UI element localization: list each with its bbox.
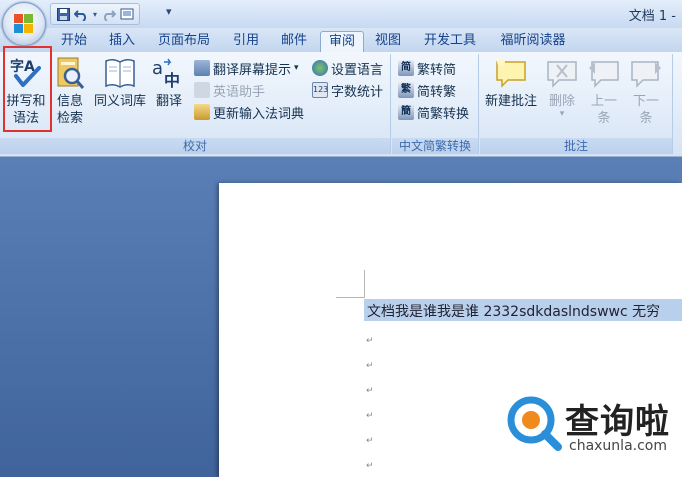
comments-group-label: 批注 <box>480 138 672 154</box>
research-icon <box>55 56 85 90</box>
traditional-icon: 繁 <box>398 82 414 98</box>
print-preview-icon[interactable] <box>119 6 135 22</box>
redo-icon[interactable] <box>101 6 117 22</box>
svg-text:a: a <box>152 58 163 79</box>
screentip-icon <box>194 60 210 76</box>
research-label-1: 信息 <box>56 94 83 109</box>
globe-icon <box>312 60 328 76</box>
set-language-label: 设置语言 <box>331 62 384 78</box>
previous-comment-icon <box>587 56 621 90</box>
chinese-conversion-group-label: 中文简繁转换 <box>392 138 478 154</box>
next-comment-button[interactable]: 下一 条 <box>626 56 666 127</box>
ribbon-tab-row: 开始 插入 页面布局 引用 邮件 审阅 视图 开发工具 福昕阅读器 <box>0 28 682 53</box>
ribbon: 字A 拼写和 语法 信息 检索 同义词库 a 中 翻译 翻译屏幕提示 ▾ 英语助… <box>0 52 682 157</box>
tab-insert[interactable]: 插入 <box>100 31 144 52</box>
thesaurus-button[interactable]: 同义词库 <box>92 56 148 110</box>
simplified-to-traditional-button[interactable]: 繁 简转繁 <box>398 80 456 100</box>
watermark-domain: chaxunla.com <box>569 438 667 454</box>
chinese-conversion-label: 简繁转换 <box>417 106 470 122</box>
thesaurus-book-icon <box>104 56 136 90</box>
english-assistant-label: 英语助手 <box>213 84 266 100</box>
new-comment-label: 新建批注 <box>484 94 537 109</box>
delete-comment-button[interactable]: 删除 ▾ <box>542 56 582 119</box>
office-button[interactable] <box>2 2 46 46</box>
translate-label: 翻译 <box>155 94 182 109</box>
new-comment-button[interactable]: 新建批注 <box>482 56 540 110</box>
translate-icon: a 中 <box>152 56 186 90</box>
tab-mailings[interactable]: 邮件 <box>272 31 316 52</box>
tab-view[interactable]: 视图 <box>366 31 410 52</box>
document-text-line[interactable]: 文档我是谁我是谁 2332sdkdaslndswwc 无穷 <box>367 301 660 321</box>
traditional-to-simplified-label: 繁转简 <box>417 62 457 78</box>
office-logo-icon <box>14 14 34 34</box>
word-count-icon: 123 <box>312 82 328 98</box>
word-count-label: 字数统计 <box>331 84 384 100</box>
document-title: 文档 1 - <box>628 9 676 24</box>
crop-mark-horizontal <box>336 297 364 298</box>
update-ime-dictionary-label: 更新输入法词典 <box>213 106 305 122</box>
customize-qat-icon[interactable]: ▾ <box>166 5 172 18</box>
set-language-button[interactable]: 设置语言 <box>312 58 383 78</box>
undo-dropdown-icon[interactable]: ▾ <box>91 6 99 22</box>
watermark-magnifier-icon <box>505 394 563 452</box>
translation-screentip-dropdown-icon[interactable]: ▾ <box>294 63 299 73</box>
translation-screentip-button[interactable]: 翻译屏幕提示 ▾ <box>194 58 299 78</box>
paragraph-mark: ↵ <box>366 336 374 346</box>
previous-comment-label-2: 条 <box>597 111 611 126</box>
chinese-conversion-button[interactable]: 簡 简繁转换 <box>398 102 469 122</box>
comments-group: 新建批注 删除 ▾ 上一 条 下一 条 批注 <box>480 54 673 154</box>
word-count-button[interactable]: 123 字数统计 <box>312 80 383 100</box>
next-comment-label-1: 下一 <box>632 94 659 109</box>
delete-comment-label: 删除 <box>548 94 575 109</box>
paragraph-mark: ↵ <box>366 461 374 471</box>
english-assistant-button[interactable]: 英语助手 <box>194 80 265 100</box>
paragraph-mark: ↵ <box>366 361 374 371</box>
next-comment-icon <box>629 56 663 90</box>
translation-screentip-label: 翻译屏幕提示 <box>213 62 292 78</box>
previous-comment-button[interactable]: 上一 条 <box>584 56 624 127</box>
chinese-conversion-group: 简 繁转简 繁 简转繁 簡 简繁转换 中文简繁转换 <box>392 54 479 154</box>
paragraph-mark: ↵ <box>366 436 374 446</box>
previous-comment-label-1: 上一 <box>590 94 617 109</box>
tab-references[interactable]: 引用 <box>224 31 268 52</box>
ime-dictionary-icon <box>194 104 210 120</box>
simplified-icon: 简 <box>398 60 414 76</box>
update-ime-dictionary-button[interactable]: 更新输入法词典 <box>194 102 304 122</box>
delete-comment-icon <box>545 56 579 90</box>
traditional-to-simplified-button[interactable]: 简 繁转简 <box>398 58 456 78</box>
research-label-2: 检索 <box>56 111 83 126</box>
svg-text:中: 中 <box>164 71 180 90</box>
paragraph-mark: ↵ <box>366 411 374 421</box>
proofing-group: 字A 拼写和 语法 信息 检索 同义词库 a 中 翻译 翻译屏幕提示 ▾ 英语助… <box>0 54 391 154</box>
quick-access-toolbar: ▾ <box>50 3 140 25</box>
simplified-to-traditional-label: 简转繁 <box>417 84 457 100</box>
new-comment-icon <box>494 56 528 90</box>
crop-mark-vertical <box>364 270 365 298</box>
watermark-brand: 查询啦 <box>565 402 670 442</box>
highlight-box <box>3 46 52 132</box>
english-assistant-icon <box>194 82 210 98</box>
save-icon[interactable] <box>55 6 71 22</box>
undo-icon[interactable] <box>73 6 89 22</box>
conversion-icon: 簡 <box>398 104 414 120</box>
next-comment-label-2: 条 <box>639 111 653 126</box>
tab-developer[interactable]: 开发工具 <box>414 31 486 52</box>
delete-dropdown-icon[interactable]: ▾ <box>542 110 582 119</box>
tab-foxit-reader[interactable]: 福昕阅读器 <box>490 31 576 52</box>
tab-review[interactable]: 审阅 <box>320 31 364 53</box>
proofing-group-label: 校对 <box>0 138 390 154</box>
thesaurus-label: 同义词库 <box>93 94 146 109</box>
tab-page-layout[interactable]: 页面布局 <box>148 31 220 52</box>
tab-home[interactable]: 开始 <box>52 31 96 52</box>
research-button[interactable]: 信息 检索 <box>53 56 87 127</box>
paragraph-mark: ↵ <box>366 386 374 396</box>
translate-button[interactable]: a 中 翻译 <box>150 56 188 110</box>
